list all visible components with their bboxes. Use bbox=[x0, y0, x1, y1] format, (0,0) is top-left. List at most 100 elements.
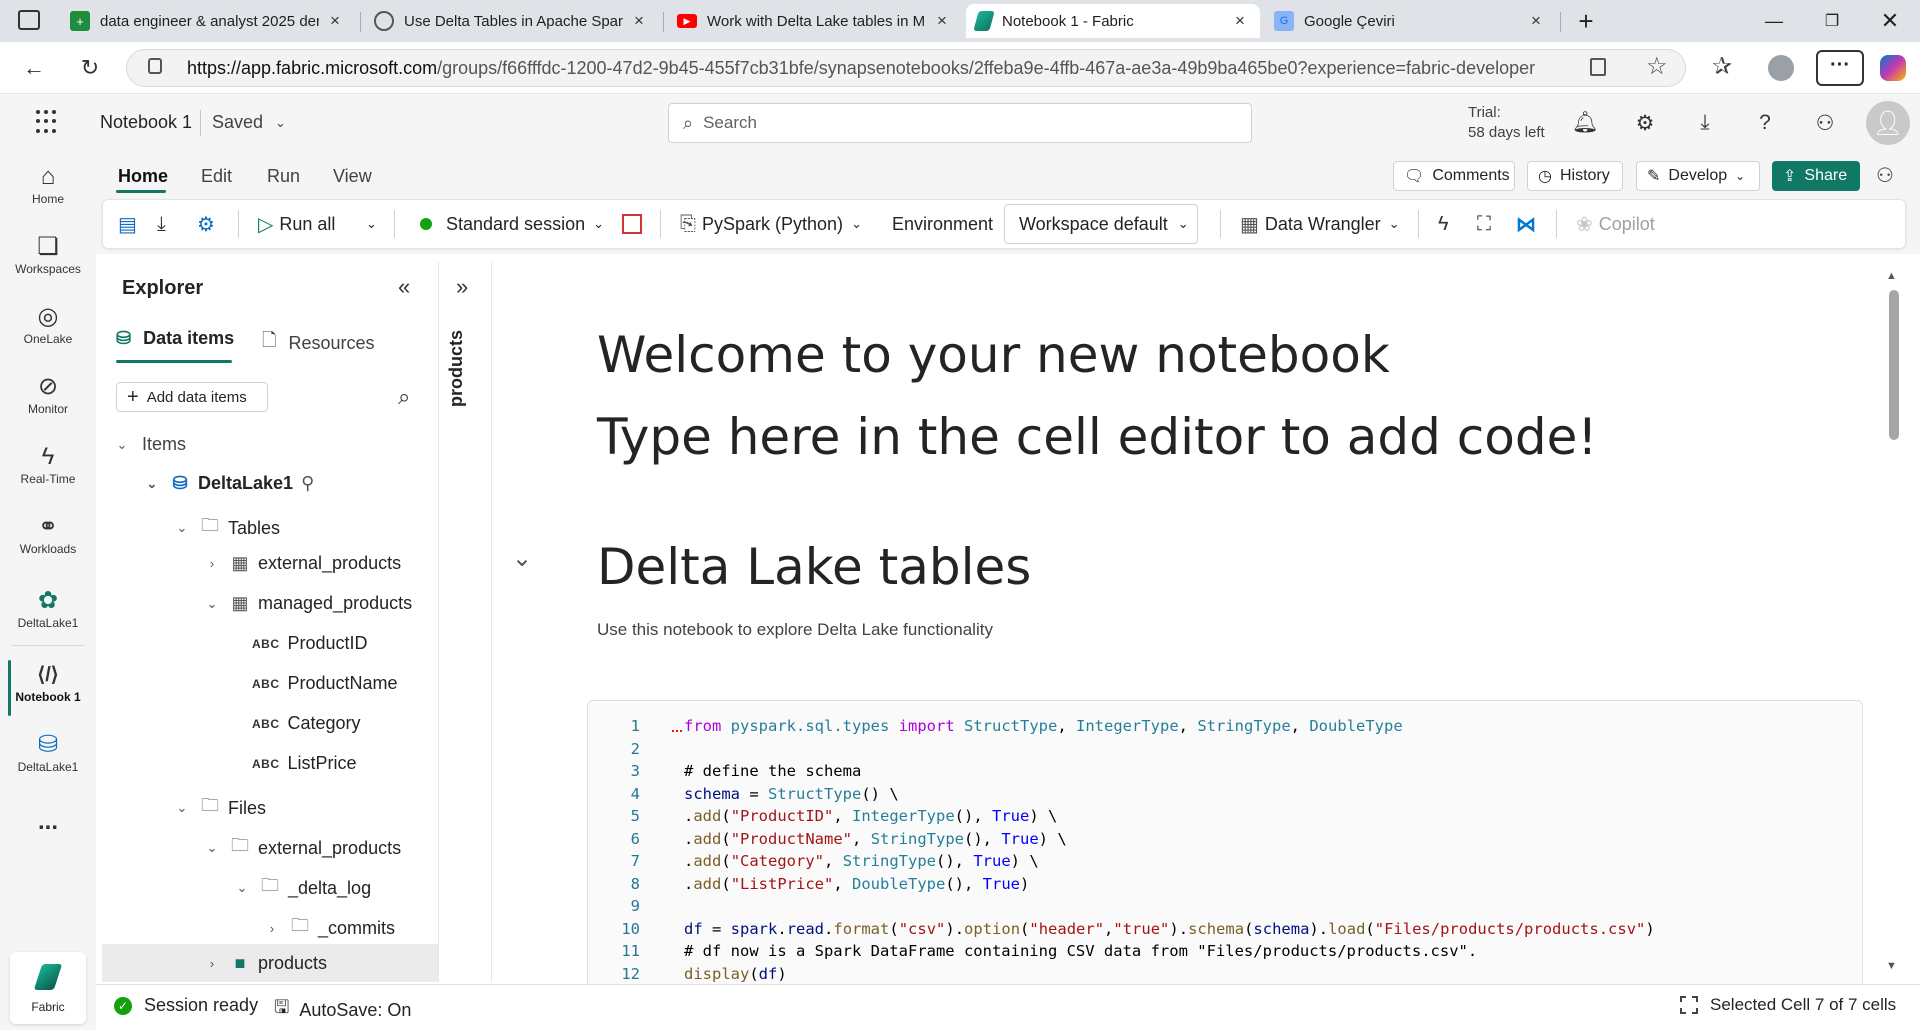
download-notebook-icon[interactable]: ⤓ bbox=[157, 211, 172, 237]
pin-icon[interactable]: ⚲ bbox=[301, 473, 314, 494]
rail-item-monitor[interactable]: ⊘ Monitor bbox=[0, 372, 96, 416]
markdown-heading-welcome[interactable]: Welcome to your new notebook bbox=[597, 326, 1390, 384]
side-panel-label[interactable]: products bbox=[446, 330, 467, 407]
tree-column[interactable]: ABC ListPrice bbox=[252, 753, 357, 774]
explorer-search-icon[interactable]: ⌕ bbox=[398, 384, 410, 410]
code-line[interactable] bbox=[640, 897, 684, 920]
rail-item-workspaces[interactable]: ❏ Workspaces bbox=[0, 232, 96, 276]
code-line[interactable]: .add("Category", StringType(), True) \ bbox=[640, 852, 1039, 875]
tree-folder-external-products[interactable]: ⌄ 🗀︎ external_products bbox=[202, 833, 402, 863]
collaborate-icon[interactable]: ⚇ bbox=[1876, 163, 1894, 188]
code-line[interactable]: schema = StructType() \ bbox=[640, 785, 899, 808]
vscode-icon[interactable]: ⋈ bbox=[1516, 211, 1542, 237]
share-button[interactable]: ⇪ Share bbox=[1772, 161, 1860, 191]
markdown-heading-delta-lake[interactable]: Delta Lake tables bbox=[597, 538, 1031, 596]
tree-files[interactable]: ⌄ 🗀︎ Files bbox=[172, 793, 266, 823]
tree-lakehouse-deltalake1[interactable]: ⌄ ⛁ DeltaLake1 ⚲ bbox=[142, 473, 315, 494]
tab-run[interactable]: Run bbox=[267, 166, 300, 187]
rail-item-realtime[interactable]: ϟ Real-Time bbox=[0, 442, 96, 486]
tab-edit[interactable]: Edit bbox=[201, 166, 232, 187]
browser-tab-3[interactable]: Notebook 1 - Fabric × bbox=[966, 4, 1260, 38]
favorite-star-icon[interactable]: ☆ bbox=[1646, 52, 1668, 81]
close-icon[interactable]: × bbox=[932, 11, 952, 31]
expand-panel-icon[interactable]: » bbox=[456, 274, 468, 300]
help-icon[interactable]: ? bbox=[1750, 108, 1780, 138]
gear-icon[interactable]: ⚙ bbox=[1630, 108, 1660, 138]
search-input[interactable]: ⌕ Search bbox=[668, 103, 1252, 143]
autosave-status[interactable]: 🖫︎ AutoSave: On bbox=[274, 995, 411, 1025]
workspace-dropdown[interactable]: Workspace default ⌄ bbox=[1004, 204, 1198, 244]
tree-table-external-products[interactable]: › ▦ external_products bbox=[202, 553, 401, 574]
session-dropdown[interactable]: Standard session ⌄ bbox=[420, 211, 604, 237]
stop-session-button[interactable] bbox=[622, 211, 642, 237]
tree-folder-commits[interactable]: › 🗀︎ _commits bbox=[262, 913, 395, 943]
browser-tab-1[interactable]: Use Delta Tables in Apache Spark × bbox=[364, 4, 659, 38]
browser-tab-0[interactable]: + data engineer & analyst 2025 den × bbox=[60, 4, 355, 38]
copilot-button[interactable]: ❀ Copilot bbox=[1576, 211, 1655, 237]
save-state-dropdown[interactable]: Saved ⌄ bbox=[212, 112, 286, 134]
collapse-cell-icon[interactable]: ⌄ bbox=[512, 544, 532, 573]
collapse-explorer-icon[interactable]: « bbox=[398, 274, 410, 300]
profile-avatar[interactable] bbox=[1768, 55, 1794, 81]
browser-tab-2[interactable]: ▶ Work with Delta Lake tables in Mi × bbox=[667, 4, 962, 38]
code-line[interactable]: df = spark.read.format("csv").option("he… bbox=[640, 920, 1655, 943]
close-icon[interactable]: × bbox=[629, 11, 649, 31]
browser-tab-4[interactable]: G Google Çeviri × bbox=[1264, 4, 1556, 38]
new-tab-icon[interactable]: + bbox=[1564, 4, 1608, 38]
tree-folder-products[interactable]: › ■ products bbox=[202, 953, 327, 974]
code-line[interactable]: # df now is a Spark DataFrame containing… bbox=[640, 942, 1477, 965]
tree-column[interactable]: ABC ProductID bbox=[252, 633, 368, 654]
markdown-heading-type-here[interactable]: Type here in the cell editor to add code… bbox=[597, 408, 1597, 466]
tree-items[interactable]: ⌄ Items bbox=[112, 434, 186, 455]
code-line[interactable] bbox=[640, 740, 684, 763]
comments-button[interactable]: 🗨︎ Comments bbox=[1393, 161, 1515, 191]
restore-icon[interactable]: ❐ bbox=[1810, 4, 1854, 38]
tree-column[interactable]: ABC ProductName bbox=[252, 673, 398, 694]
rail-item-workloads[interactable]: ⚭ Workloads bbox=[0, 512, 96, 556]
notebook-title[interactable]: Notebook 1 bbox=[100, 112, 192, 133]
scroll-down-arrow[interactable]: ▼ bbox=[1886, 960, 1897, 972]
refresh-icon[interactable]: ↻ bbox=[72, 50, 108, 86]
frame-icon[interactable]: ⛶ bbox=[1477, 211, 1497, 237]
code-cell[interactable]: 1 from pyspark.sql.types import StructTyp… bbox=[587, 700, 1863, 990]
reading-view-icon[interactable] bbox=[1590, 58, 1606, 76]
code-line[interactable]: .add("ProductID", IntegerType(), True) \ bbox=[640, 807, 1057, 830]
tab-resources[interactable]: 🗋︎ Resources bbox=[262, 328, 375, 358]
close-icon[interactable]: × bbox=[1230, 11, 1250, 31]
app-launcher-icon[interactable] bbox=[36, 110, 60, 134]
settings-gear-icon[interactable]: ⚙ bbox=[197, 211, 221, 237]
rail-item-deltalake1-second[interactable]: ⛁ DeltaLake1 bbox=[0, 730, 96, 774]
code-line[interactable]: from pyspark.sql.types import StructType… bbox=[640, 717, 1403, 740]
close-icon[interactable]: × bbox=[325, 11, 345, 31]
tab-data-items[interactable]: ⛁ Data items bbox=[116, 328, 234, 349]
scroll-up-arrow[interactable]: ▲ bbox=[1886, 270, 1897, 282]
browser-menu-icon[interactable]: ··· bbox=[1816, 50, 1864, 86]
code-line[interactable]: .add("ProductName", StringType(), True) … bbox=[640, 830, 1067, 853]
bell-icon[interactable]: 🔔︎ bbox=[1570, 108, 1600, 138]
url-bar[interactable]: https://app.fabric.microsoft.com/groups/… bbox=[126, 49, 1686, 87]
code-line[interactable]: # define the schema bbox=[640, 762, 861, 785]
spark-config-icon[interactable]: ϟ bbox=[1438, 211, 1455, 237]
notebook-settings-icon[interactable]: ▤ bbox=[118, 211, 143, 237]
favorites-icon[interactable]: ✰ bbox=[1712, 52, 1732, 81]
rail-item-home[interactable]: ⌂ Home bbox=[0, 162, 96, 206]
browser-sidebar-icon[interactable] bbox=[18, 10, 40, 30]
run-all-dropdown[interactable]: ⌄ bbox=[366, 211, 377, 237]
tree-folder-delta-log[interactable]: ⌄ 🗀︎ _delta_log bbox=[232, 873, 372, 903]
develop-button[interactable]: ✎ Develop ⌄ bbox=[1636, 161, 1760, 191]
data-wrangler-dropdown[interactable]: ▦ Data Wrangler ⌄ bbox=[1240, 211, 1400, 237]
rail-item-notebook1[interactable]: ⟨/⟩ Notebook 1 bbox=[0, 660, 96, 704]
language-dropdown[interactable]: ⎘ PySpark (Python) ⌄ bbox=[680, 211, 862, 237]
fabric-home-button[interactable]: Fabric bbox=[10, 952, 86, 1024]
tab-home[interactable]: Home bbox=[118, 166, 168, 187]
code-line[interactable]: .add("ListPrice", DoubleType(), True) bbox=[640, 875, 1029, 898]
back-icon[interactable]: ← bbox=[16, 50, 52, 86]
tree-table-managed-products[interactable]: ⌄ ▦ managed_products bbox=[202, 593, 413, 614]
run-all-button[interactable]: ▷ Run all bbox=[258, 211, 335, 237]
history-button[interactable]: ◷ History bbox=[1527, 161, 1623, 191]
lock-icon[interactable] bbox=[148, 58, 162, 74]
tab-view[interactable]: View bbox=[333, 166, 372, 187]
rail-item-onelake[interactable]: ◎ OneLake bbox=[0, 302, 96, 346]
vertical-scrollbar-thumb[interactable] bbox=[1889, 290, 1899, 440]
tree-column[interactable]: ABC Category bbox=[252, 713, 361, 734]
